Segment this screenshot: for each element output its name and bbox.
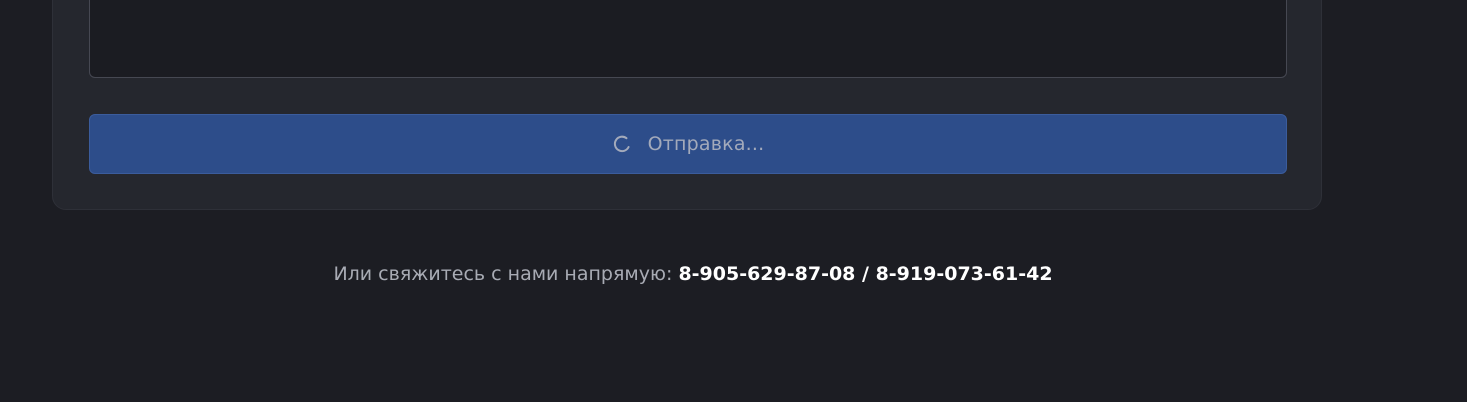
- submit-button-label: Отправка...: [647, 133, 765, 155]
- contact-label: Или свяжитесь с нами напрямую:: [333, 263, 673, 285]
- submit-button[interactable]: Отправка...: [89, 114, 1287, 174]
- spinner-icon: [612, 134, 632, 154]
- message-textarea[interactable]: [89, 0, 1287, 78]
- direct-contact-line: Или свяжитесь с нами напрямую: 8-905-629…: [0, 260, 1386, 288]
- contact-phone-numbers[interactable]: 8-905-629-87-08 / 8-919-073-61-42: [678, 263, 1052, 285]
